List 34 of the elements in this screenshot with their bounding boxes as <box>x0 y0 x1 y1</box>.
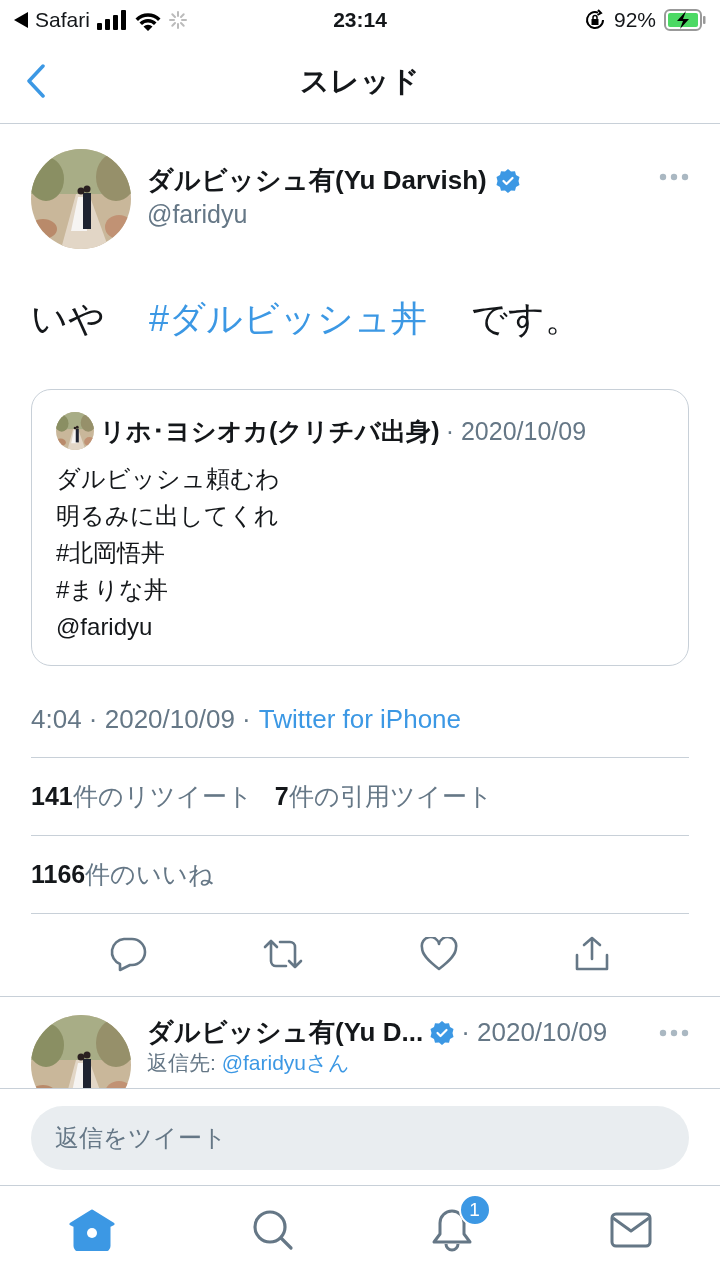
reply-input-field[interactable]: 返信をツイート <box>31 1106 689 1170</box>
home-icon[interactable] <box>68 1209 115 1251</box>
envelope-icon[interactable] <box>609 1212 652 1248</box>
author-handle[interactable]: @faridyu <box>147 200 643 229</box>
quoted-tweet-line: 明るみに出してくれ <box>56 501 280 531</box>
reply-date: · 2020/10/09 <box>461 1017 609 1048</box>
back-app-label[interactable]: Safari <box>35 8 90 32</box>
quoted-tweet-card[interactable]: リホ･ヨシオカ(クリチバ出身) · 2020/10/09 ダルビッシュ頼むわ 明るみに出してくれ #北岡悟丼 #まりな丼 @faridyu <box>31 389 689 666</box>
replying-to-text: 返信先: @faridyuさん <box>147 1050 352 1076</box>
engagement-count-link[interactable]: 1166件のいいね <box>31 858 215 891</box>
clock-time: 23:14 <box>332 8 388 32</box>
screen-title: スレッド <box>300 63 420 99</box>
loading-spinner-icon <box>168 11 187 29</box>
quoted-author-name: リホ･ヨシオカ(クリチバ出身) <box>100 415 440 447</box>
orientation-lock-icon <box>584 9 606 31</box>
engagement-count-link[interactable]: 141件のリツイート <box>31 780 253 813</box>
notification-count-badge: 1 <box>458 1194 491 1226</box>
reply-author-name[interactable]: ダルビッシュ有(Yu D... <box>147 1015 424 1050</box>
back-triangle-icon[interactable] <box>14 12 28 28</box>
signal-icon <box>96 10 127 30</box>
tweet-text: です。 <box>471 297 582 341</box>
battery-charging-icon <box>664 9 706 31</box>
quoted-tweet-line: ダルビッシュ頼むわ <box>56 464 281 494</box>
search-icon[interactable] <box>251 1209 294 1251</box>
tweet-timestamp: 4:04 · 2020/10/09 · <box>31 704 251 735</box>
back-button[interactable] <box>26 64 46 101</box>
battery-percent: 92% <box>614 8 656 32</box>
quoted-tweet-line: @faridyu <box>56 612 154 642</box>
quoted-tweet-line: #北岡悟丼 <box>56 538 167 568</box>
quoted-tweet-line: #まりな丼 <box>56 575 170 605</box>
quoted-tweet-date: · 2020/10/09 <box>445 416 587 446</box>
engagement-count-link[interactable]: 7件の引用ツイート <box>274 780 493 813</box>
tweet-text: いや <box>31 297 105 341</box>
author-name[interactable]: ダルビッシュ有(Yu Darvish) <box>147 163 487 198</box>
